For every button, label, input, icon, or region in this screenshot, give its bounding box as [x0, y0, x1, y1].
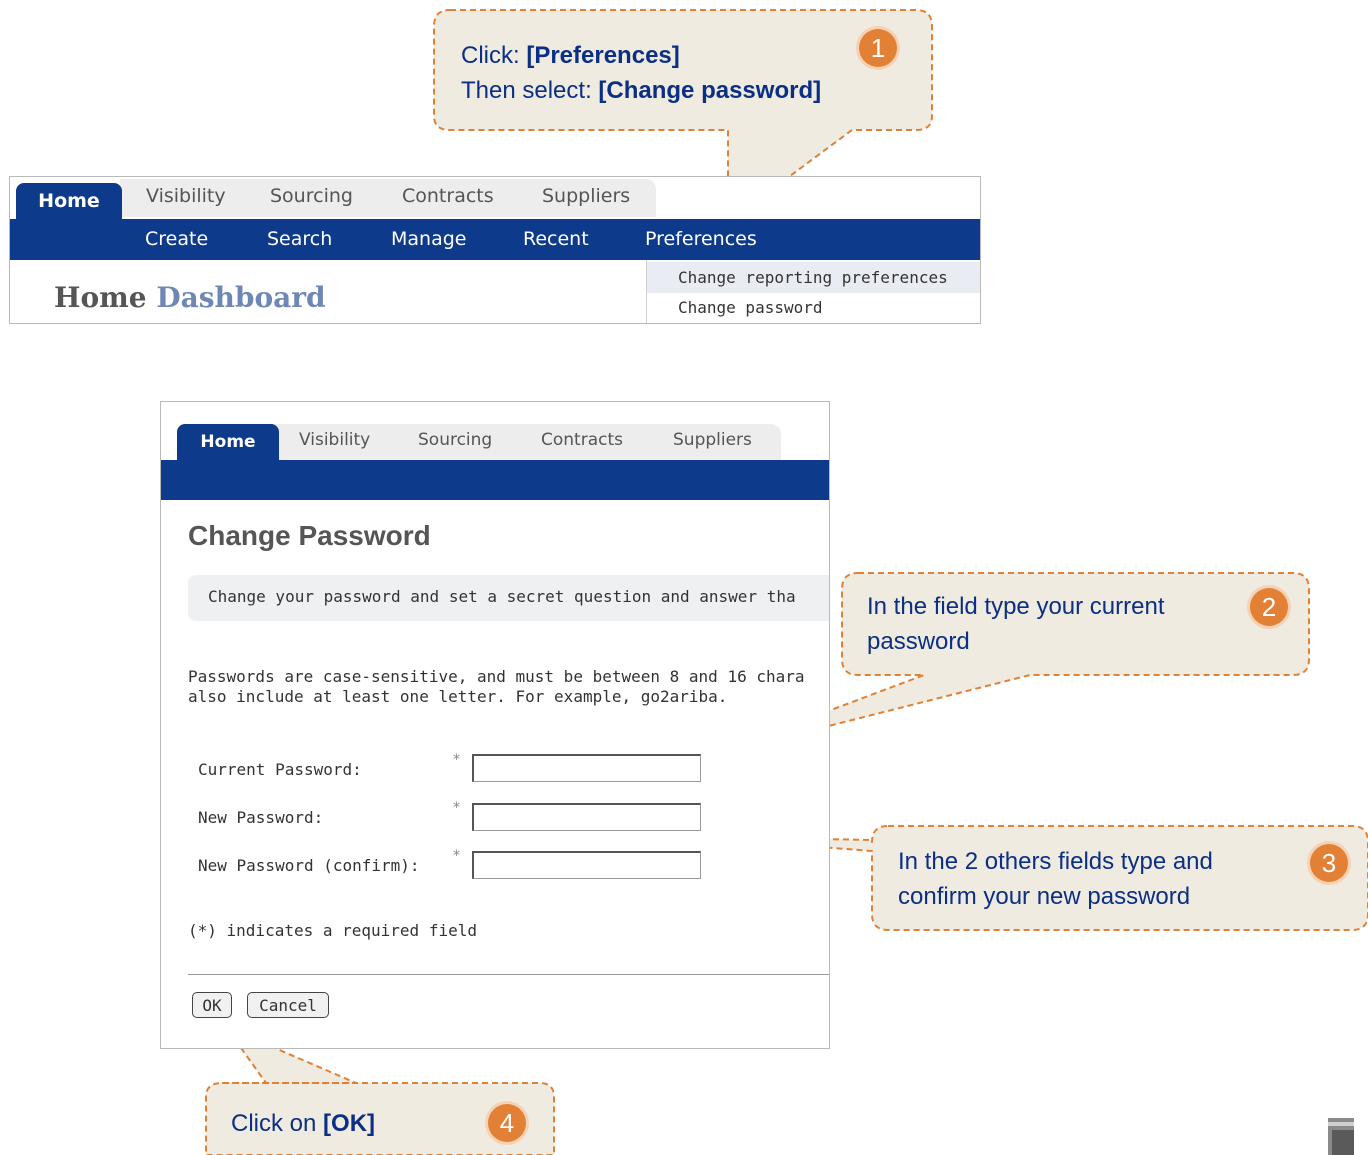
nav-create[interactable]: Create	[145, 228, 208, 250]
preferences-dropdown: Change reporting preferences Change pass…	[646, 260, 980, 323]
callout-2-text: In the field type your current password	[867, 593, 1165, 655]
nav-recent[interactable]: Recent	[523, 228, 589, 250]
password-rules-line-2: also include at least one letter. For ex…	[188, 687, 728, 706]
sub-nav-bar: Create Search Manage Recent Preferences	[10, 219, 980, 260]
callout-3-text: In the 2 others fields type and confirm …	[898, 848, 1213, 910]
tab-sourcing[interactable]: Sourcing	[270, 185, 353, 207]
tab-contracts[interactable]: Contracts	[402, 185, 494, 207]
step-4-badge: 4	[488, 1104, 526, 1142]
callout-4-text: Click on [OK]	[231, 1110, 376, 1137]
tab-home[interactable]: Home	[177, 424, 279, 460]
callout-1-text: Click: [Preferences] Then select: [Chang…	[461, 42, 822, 104]
tab-suppliers[interactable]: Suppliers	[542, 185, 630, 207]
cancel-button[interactable]: Cancel	[247, 992, 329, 1018]
nav-manage[interactable]: Manage	[391, 228, 466, 250]
new-password-label: New Password:	[198, 808, 324, 827]
top-screenshot: Home Visibility Sourcing Contracts Suppl…	[9, 176, 981, 324]
ok-button[interactable]: OK	[192, 992, 232, 1018]
tab-sourcing[interactable]: Sourcing	[418, 430, 492, 450]
current-password-label: Current Password:	[198, 760, 362, 779]
menu-item-change-password[interactable]: Change password	[647, 292, 980, 323]
step-2-badge: 2	[1250, 588, 1288, 626]
tab-visibility[interactable]: Visibility	[146, 185, 226, 207]
dashboard-title: Home Dashboard	[54, 281, 326, 314]
confirm-password-input[interactable]	[472, 851, 701, 879]
page-title: Change Password	[188, 520, 431, 551]
required-asterisk: *	[453, 752, 460, 768]
required-asterisk: *	[453, 800, 460, 816]
nav-search[interactable]: Search	[267, 228, 332, 250]
tab-contracts[interactable]: Contracts	[541, 430, 623, 450]
step-3-badge: 3	[1310, 844, 1348, 882]
sub-nav-bar	[161, 460, 829, 500]
change-password-screenshot: Home Visibility Sourcing Contracts Suppl…	[160, 401, 830, 1049]
description-box: Change your password and set a secret qu…	[188, 575, 829, 621]
confirm-password-label: New Password (confirm):	[198, 856, 420, 875]
tab-home[interactable]: Home	[16, 183, 122, 219]
password-rules-line-1: Passwords are case-sensitive, and must b…	[188, 667, 805, 686]
corner-decoration-icon	[1328, 1118, 1354, 1155]
tab-suppliers[interactable]: Suppliers	[673, 430, 752, 450]
tab-visibility[interactable]: Visibility	[299, 430, 370, 450]
new-password-input[interactable]	[472, 803, 701, 831]
nav-preferences[interactable]: Preferences	[645, 228, 757, 250]
required-field-note: (*) indicates a required field	[188, 921, 477, 940]
menu-item-change-reporting-preferences[interactable]: Change reporting preferences	[647, 262, 980, 293]
divider	[188, 974, 829, 975]
description-text: Change your password and set a secret qu…	[208, 587, 796, 606]
current-password-input[interactable]	[472, 754, 701, 782]
required-asterisk: *	[453, 848, 460, 864]
step-1-badge: 1	[859, 29, 897, 67]
